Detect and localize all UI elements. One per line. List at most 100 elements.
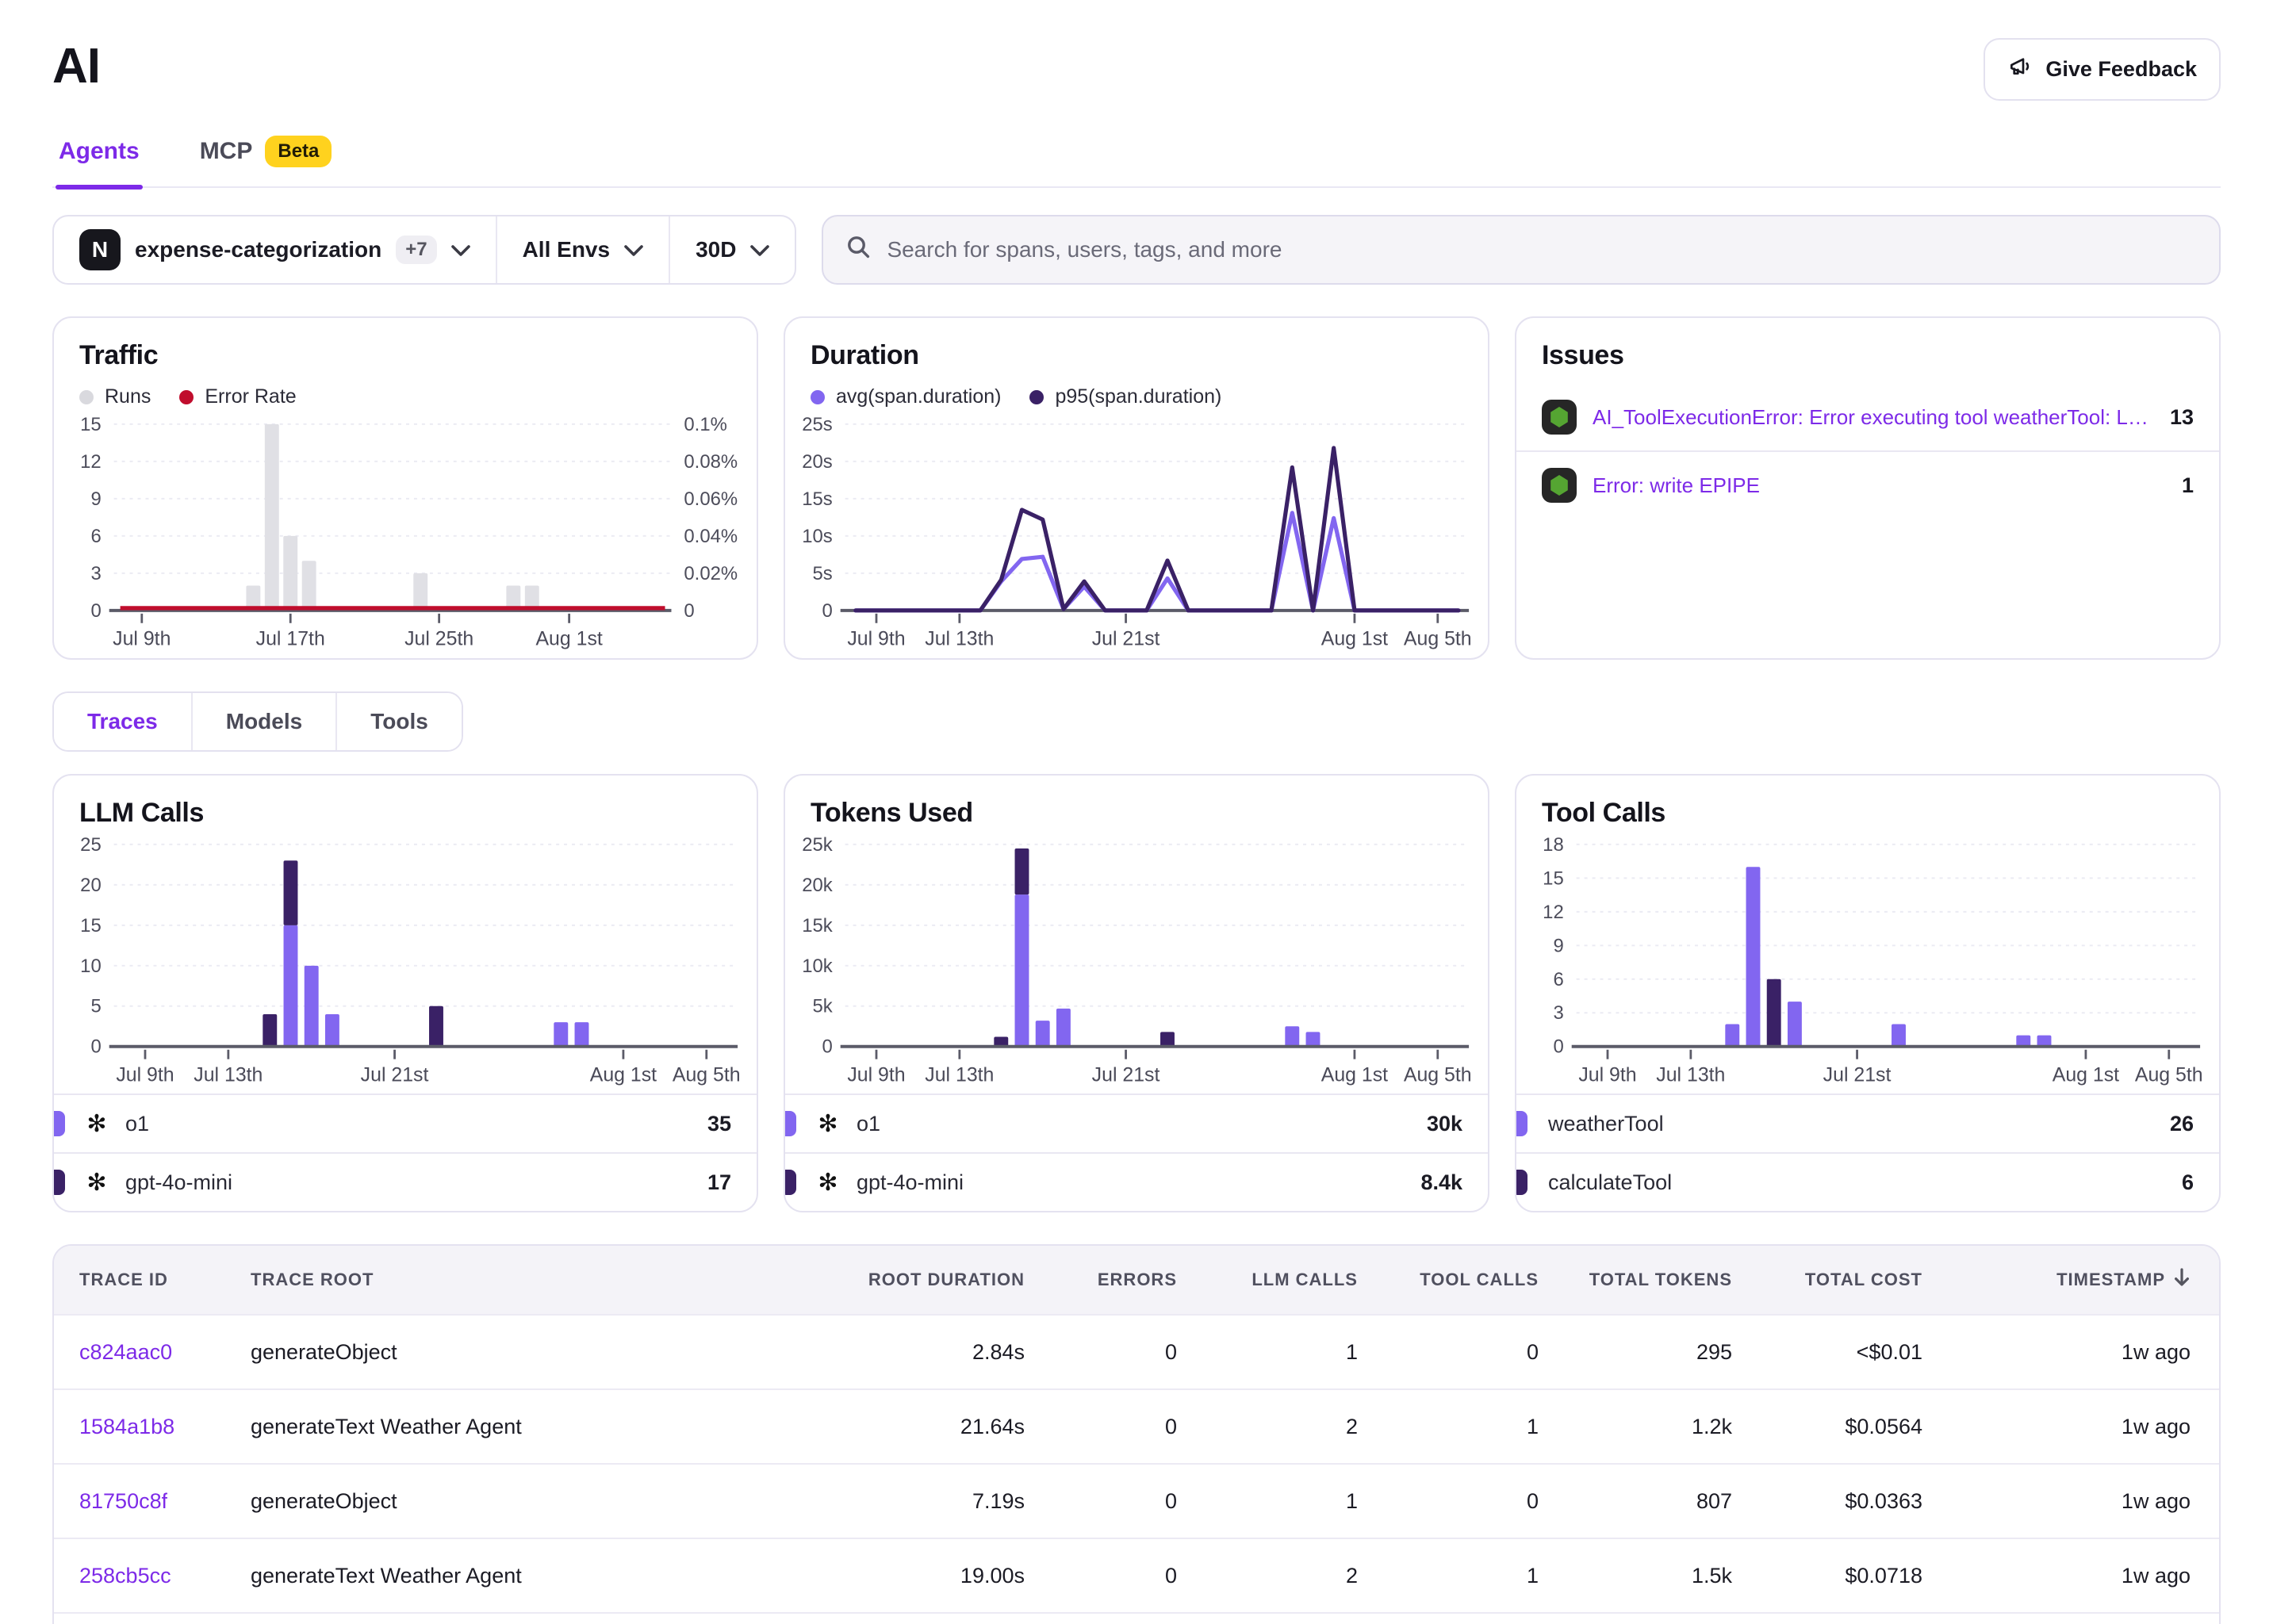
chevron-down-icon (750, 237, 769, 262)
tokens-used-card-title: Tokens Used (811, 798, 1462, 829)
svg-text:15: 15 (80, 914, 102, 936)
series-label: gpt-4o-mini (125, 1170, 707, 1195)
svg-text:20k: 20k (802, 874, 833, 895)
svg-text:0.04%: 0.04% (684, 526, 738, 547)
tokens-used-card: Tokens Used 05k10k15k20k25kJul 9thJul 13… (784, 774, 1489, 1212)
give-feedback-button[interactable]: Give Feedback (1984, 38, 2221, 101)
svg-text:9: 9 (90, 488, 101, 510)
search-input[interactable] (887, 237, 2197, 262)
trace-row[interactable]: c824aac0generateObject2.84s010295<$0.011… (54, 1314, 2219, 1388)
column-header-timestamp[interactable]: TIMESTAMP (2056, 1246, 2219, 1314)
timestamp-link[interactable]: 1w ago (2122, 1564, 2191, 1588)
tab-tools[interactable]: Tools (335, 693, 462, 750)
chevron-down-icon (624, 237, 643, 262)
svg-text:Jul 21st: Jul 21st (1092, 1063, 1160, 1086)
timestamp-link[interactable]: 1w ago (2122, 1340, 2191, 1365)
tab-traces[interactable]: Traces (54, 693, 191, 750)
series-color-chip (1516, 1170, 1527, 1195)
column-label: TRACE ID (79, 1270, 168, 1290)
llm-calls-card: LLM Calls 0510152025Jul 9thJul 13thJul 2… (52, 774, 758, 1212)
trace-id-link[interactable]: 1584a1b8 (79, 1415, 174, 1438)
trace-row[interactable]: 81750c8fgenerateObject7.19s010807$0.0363… (54, 1463, 2219, 1538)
trace-id-link[interactable]: 81750c8f (79, 1489, 167, 1513)
svg-text:0: 0 (822, 600, 832, 622)
filter-row: N expense-categorization +7 All Envs 30D (52, 215, 2221, 285)
openai-logo-icon: ✻ (82, 1110, 111, 1138)
svg-text:Jul 13th: Jul 13th (194, 1063, 263, 1086)
issue-row[interactable]: Error: write EPIPE1 (1516, 450, 2219, 519)
column-header-trace-id: TRACE ID (54, 1247, 168, 1312)
env-dropdown[interactable]: All Envs (496, 216, 669, 283)
cell-timestamp: 1w ago (2122, 1564, 2219, 1588)
issue-row[interactable]: AI_ToolExecutionError: Error executing t… (1516, 384, 2219, 450)
chevron-down-icon (451, 237, 470, 262)
svg-text:Jul 25th: Jul 25th (404, 628, 473, 650)
column-label: LLM CALLS (1251, 1270, 1358, 1290)
series-value: 35 (707, 1112, 731, 1136)
trace-row[interactable]: 258cb5ccgenerateText Weather Agent19.00s… (54, 1538, 2219, 1612)
search-icon (845, 234, 871, 266)
project-dropdown-label: expense-categorization (135, 237, 381, 262)
column-header-root-duration: ROOT DURATION (868, 1247, 1053, 1312)
search-bar (822, 215, 2221, 285)
legend-row-gpt-4o-mini[interactable]: ✻gpt-4o-mini8.4k (785, 1152, 1488, 1211)
tab-models[interactable]: Models (191, 693, 335, 750)
svg-text:Jul 21st: Jul 21st (1092, 628, 1160, 650)
legend-label: avg(span.duration) (836, 385, 1001, 408)
trace-row[interactable]: 1584a1b8generateText Weather Agent21.64s… (54, 1388, 2219, 1463)
legend-row-o1[interactable]: ✻o135 (54, 1094, 757, 1152)
series-value: 6 (2182, 1170, 2194, 1195)
timestamp-link[interactable]: 1w ago (2122, 1415, 2191, 1439)
issue-link[interactable]: Error: write EPIPE (1593, 473, 2166, 498)
issues-card: Issues AI_ToolExecutionError: Error exec… (1515, 316, 2221, 660)
traffic-chart: 0030.02%60.04%90.06%120.08%150.1%Jul 9th… (54, 408, 757, 658)
issues-card-title: Issues (1542, 340, 2194, 371)
cell-timestamp: 1w ago (2122, 1340, 2219, 1365)
time-range-dropdown[interactable]: 30D (669, 216, 795, 283)
column-label: TOTAL COST (1805, 1270, 1922, 1290)
svg-text:20s: 20s (802, 451, 833, 473)
cell-trace-id: 81750c8f (54, 1489, 167, 1514)
svg-text:Aug 1st: Aug 1st (1321, 628, 1388, 650)
legend-row-o1[interactable]: ✻o130k (785, 1094, 1488, 1152)
legend-item: avg(span.duration) (811, 385, 1001, 408)
traffic-card: Traffic RunsError Rate 0030.02%60.04%90.… (52, 316, 758, 660)
issue-link[interactable]: AI_ToolExecutionError: Error executing t… (1593, 405, 2154, 430)
column-label: TIMESTAMP (2056, 1270, 2165, 1290)
tool-calls-chart: 0369121518Jul 9thJul 13thJul 21stAug 1st… (1516, 829, 2219, 1094)
cell-errors: 0 (1165, 1415, 1205, 1439)
svg-text:3: 3 (1553, 1002, 1563, 1024)
project-extra-badge: +7 (396, 236, 436, 264)
duration-card-title: Duration (811, 340, 1462, 371)
legend-label: Runs (105, 385, 151, 408)
trace-row[interactable]: 90605f78generateObject728.00ms010263<$0.… (54, 1612, 2219, 1624)
svg-text:Jul 9th: Jul 9th (1578, 1063, 1636, 1086)
llm-calls-model-list: ✻o135✻gpt-4o-mini17 (54, 1094, 757, 1211)
timestamp-link[interactable]: 1w ago (2122, 1489, 2191, 1514)
cell-errors: 0 (1165, 1340, 1205, 1365)
svg-text:18: 18 (1543, 833, 1564, 855)
cell-trace-root: generateObject (225, 1340, 397, 1365)
column-header-llm-calls: LLM CALLS (1251, 1247, 1386, 1312)
node-app-icon (1542, 468, 1577, 503)
svg-text:Jul 13th: Jul 13th (925, 628, 994, 650)
legend-row-weatherTool[interactable]: weatherTool26 (1516, 1094, 2219, 1152)
env-dropdown-label: All Envs (523, 237, 610, 262)
traces-table: TRACE IDTRACE ROOTROOT DURATIONERRORSLLM… (52, 1244, 2221, 1624)
legend-item: Runs (79, 385, 151, 408)
cell-tool-calls: 0 (1527, 1489, 1567, 1514)
project-dropdown[interactable]: N expense-categorization +7 (54, 216, 496, 283)
tool-calls-tool-list: weatherTool26calculateTool6 (1516, 1094, 2219, 1211)
openai-logo-icon: ✻ (814, 1169, 842, 1197)
tokens-used-model-list: ✻o130k✻gpt-4o-mini8.4k (785, 1094, 1488, 1211)
legend-row-calculateTool[interactable]: calculateTool6 (1516, 1152, 2219, 1211)
tab-mcp[interactable]: MCPBeta (197, 136, 335, 186)
cell-trace-root: generateText Weather Agent (225, 1564, 522, 1588)
cell-trace-id: c824aac0 (54, 1340, 172, 1365)
legend-row-gpt-4o-mini[interactable]: ✻gpt-4o-mini17 (54, 1152, 757, 1211)
tab-agents[interactable]: Agents (56, 136, 143, 186)
trace-id-link[interactable]: 258cb5cc (79, 1564, 171, 1588)
svg-text:9: 9 (1553, 935, 1563, 956)
svg-text:Jul 9th: Jul 9th (847, 628, 905, 650)
trace-id-link[interactable]: c824aac0 (79, 1340, 172, 1364)
